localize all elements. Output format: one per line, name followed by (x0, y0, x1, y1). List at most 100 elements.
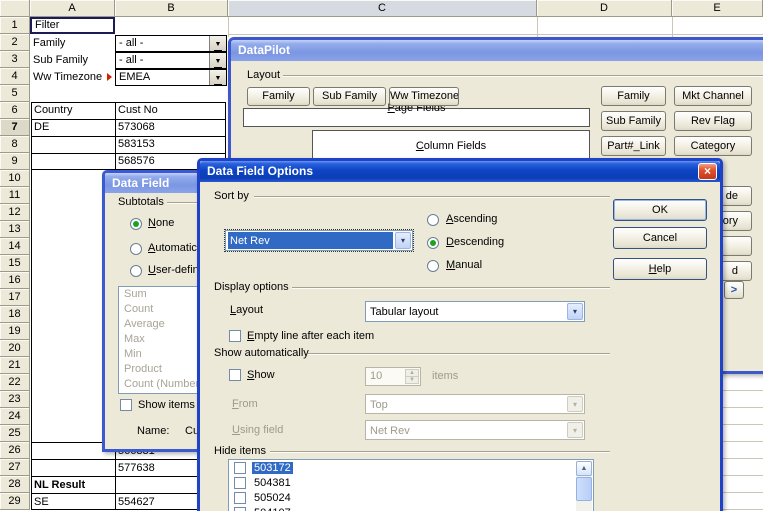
cell-a3[interactable]: Sub Family (33, 54, 113, 67)
row-header[interactable]: 14 (0, 238, 30, 255)
cell-a2[interactable]: Family (33, 37, 113, 50)
row-header[interactable]: 13 (0, 221, 30, 238)
cell-b3-value: - all - (119, 54, 143, 66)
field-button-mkt-channel[interactable]: Mkt Channel (674, 86, 752, 106)
field-button-rev-flag[interactable]: Rev Flag (674, 111, 752, 131)
hide-item-checkbox[interactable] (234, 492, 246, 504)
hide-item-checkbox[interactable] (234, 462, 246, 474)
radio-user-defined[interactable] (130, 265, 142, 277)
row-header[interactable]: 10 (0, 170, 30, 187)
field-button-category[interactable]: Category (674, 136, 752, 156)
hide-item-label[interactable]: 505024 (254, 492, 291, 504)
radio-manual-label: Manual (446, 259, 482, 271)
hide-items-listbox[interactable]: 503172 504381 505024 504107 ▲ (228, 459, 594, 511)
page-field-button-ww-timezone[interactable]: Ww Timezone (389, 87, 459, 106)
row-header[interactable]: 2 (0, 34, 30, 51)
row-header[interactable]: 20 (0, 340, 30, 357)
row-header[interactable]: 6 (0, 102, 30, 119)
filter-dropdown-button[interactable]: ▼ (209, 53, 226, 68)
row-header[interactable]: 21 (0, 357, 30, 374)
empty-line-checkbox[interactable] (229, 330, 241, 342)
field-button-sub-family[interactable]: Sub Family (601, 111, 666, 131)
row-header[interactable]: 4 (0, 68, 30, 85)
hide-item-label[interactable]: 504381 (254, 477, 291, 489)
options-titlebar[interactable]: Data Field Options × (200, 161, 720, 182)
row-header[interactable]: 26 (0, 442, 30, 459)
cell-b8[interactable]: 583153 (118, 138, 213, 151)
row-header[interactable]: 23 (0, 391, 30, 408)
field-button-part-link[interactable]: Part#_Link (601, 136, 666, 156)
row-header[interactable]: 27 (0, 459, 30, 476)
cell-a7[interactable]: DE (34, 121, 112, 134)
sort-field-value: Net Rev (228, 232, 393, 249)
help-button[interactable]: Help (613, 258, 707, 280)
more-fields-button[interactable]: > (724, 281, 744, 299)
col-header-b[interactable]: B (115, 0, 228, 17)
radio-ascending[interactable] (427, 214, 439, 226)
row-header[interactable]: 16 (0, 272, 30, 289)
hide-item-label[interactable]: 504107 (254, 507, 291, 511)
cell-b7[interactable]: 573068 (118, 121, 213, 134)
cell-b6[interactable]: Cust No (118, 104, 213, 117)
row-header[interactable]: 22 (0, 374, 30, 391)
radio-descending[interactable] (427, 237, 439, 249)
cell-b2-filter[interactable]: - all - ▼ (115, 35, 227, 52)
row-header[interactable]: 11 (0, 187, 30, 204)
field-button-family[interactable]: Family (601, 86, 666, 106)
chevron-down-icon[interactable]: ▾ (567, 303, 583, 320)
row-header[interactable]: 7 (0, 119, 30, 136)
hide-item-checkbox[interactable] (234, 507, 246, 511)
row-header[interactable]: 24 (0, 408, 30, 425)
hide-item-checkbox[interactable] (234, 477, 246, 489)
scrollbar[interactable]: ▲ (576, 461, 592, 511)
col-header-c[interactable]: C (228, 0, 537, 17)
cell-a4[interactable]: Ww Timezone (33, 71, 105, 84)
row-header[interactable]: 1 (0, 17, 30, 34)
cell-b3-filter[interactable]: - all - ▼ (115, 52, 227, 69)
close-icon[interactable]: × (698, 163, 717, 180)
col-header-d[interactable]: D (537, 0, 672, 17)
scroll-up-icon[interactable]: ▲ (576, 461, 592, 476)
radio-automatic-label: Automatic (148, 242, 197, 254)
layout-combobox[interactable]: Tabular layout ▾ (365, 301, 585, 322)
page-field-button-family[interactable]: Family (247, 87, 310, 106)
ok-button[interactable]: OK (613, 199, 707, 221)
row-header[interactable]: 15 (0, 255, 30, 272)
row-header[interactable]: 25 (0, 425, 30, 442)
hide-item-label[interactable]: 503172 (252, 462, 293, 474)
show-items-checkbox[interactable] (120, 399, 132, 411)
radio-automatic[interactable] (130, 243, 142, 255)
row-header[interactable]: 28 (0, 476, 30, 493)
chevron-down-icon[interactable]: ▾ (395, 232, 411, 249)
cell-a29[interactable]: SE (34, 496, 112, 509)
filter-dropdown-button[interactable]: ▼ (209, 36, 226, 51)
row-header[interactable]: 17 (0, 289, 30, 306)
row-header[interactable]: 18 (0, 306, 30, 323)
name-label: Name: (137, 425, 169, 437)
datapilot-titlebar[interactable]: DataPilot (231, 40, 763, 61)
cell-b4-filter[interactable]: EMEA ▼ (115, 69, 227, 86)
application-screen: A B C D E 123456789101112131415161718192… (0, 0, 763, 511)
row-header[interactable]: 29 (0, 493, 30, 510)
show-checkbox[interactable] (229, 369, 241, 381)
row-header[interactable]: 5 (0, 85, 30, 102)
show-count-spinner[interactable]: 10 ▲ ▼ (365, 367, 421, 386)
cell-a28[interactable]: NL Result (34, 479, 112, 492)
col-header-e[interactable]: E (672, 0, 763, 17)
row-header[interactable]: 3 (0, 51, 30, 68)
cancel-button[interactable]: Cancel (613, 227, 707, 249)
filter-dropdown-button[interactable]: ▼ (209, 70, 226, 85)
row-header[interactable]: 12 (0, 204, 30, 221)
page-field-button-sub-family[interactable]: Sub Family (313, 87, 386, 106)
radio-manual[interactable] (427, 260, 439, 272)
cell-a1-selected[interactable]: Filter (30, 17, 115, 34)
row-header[interactable]: 9 (0, 153, 30, 170)
sort-field-combobox[interactable]: Net Rev ▾ (225, 230, 413, 251)
col-header-a[interactable]: A (30, 0, 115, 17)
cell-a6[interactable]: Country (34, 104, 112, 117)
spin-down-icon[interactable]: ▼ (405, 376, 419, 384)
radio-none[interactable] (130, 218, 142, 230)
scrollbar-thumb[interactable] (576, 477, 592, 501)
row-header[interactable]: 8 (0, 136, 30, 153)
row-header[interactable]: 19 (0, 323, 30, 340)
